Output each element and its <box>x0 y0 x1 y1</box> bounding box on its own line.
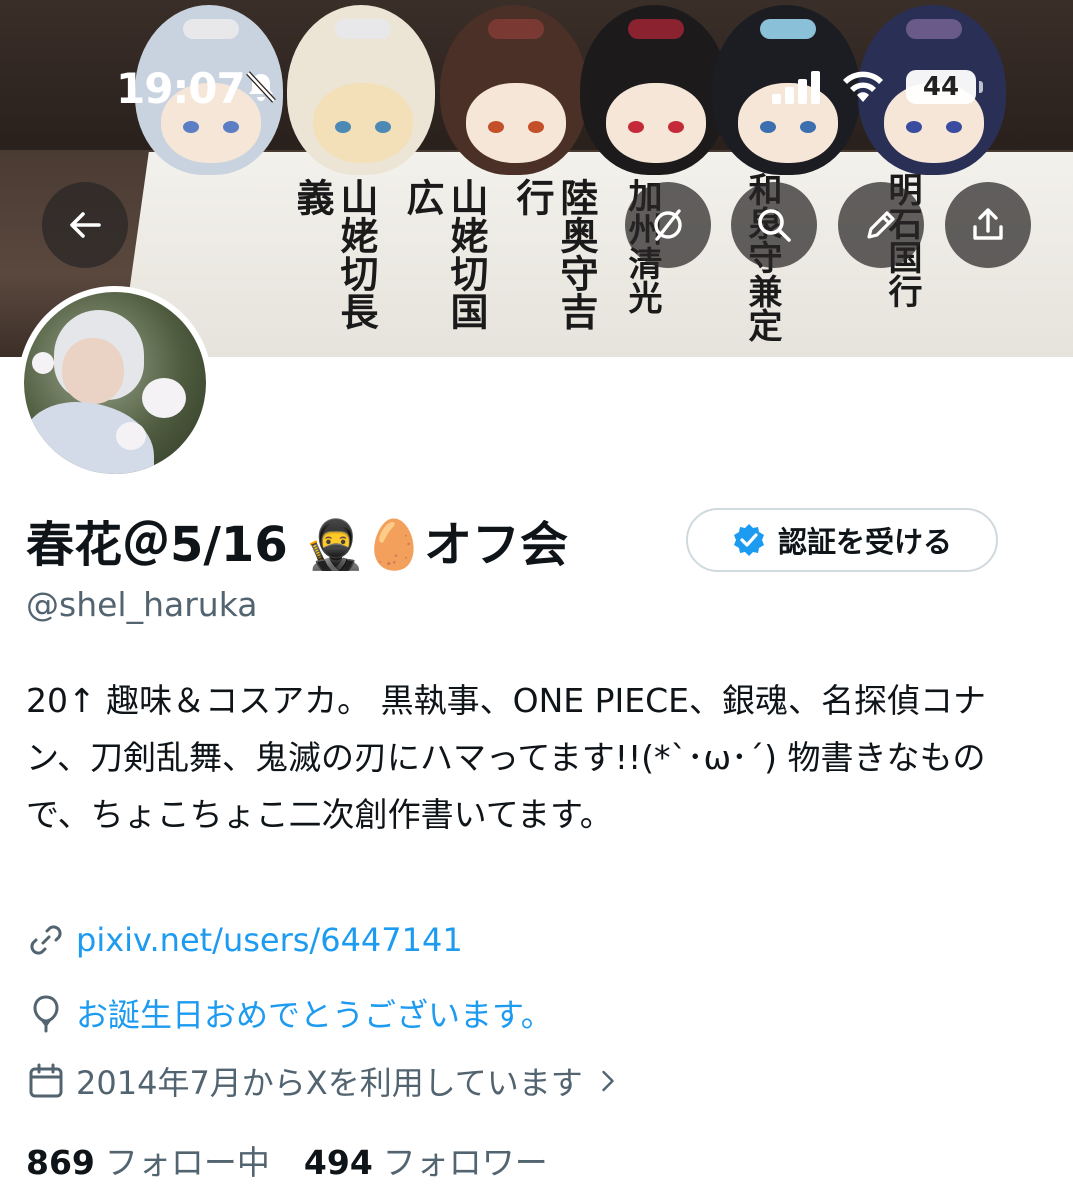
banner-calligraphy-text: 陸奥守吉行 <box>510 178 599 330</box>
profile-joined-date[interactable]: 2014年7月からXを利用しています <box>26 1058 623 1104</box>
display-name: 春花＠5/16 🥷🥚オフ会 <box>26 517 568 573</box>
following-label: フォロー中 <box>104 1143 270 1182</box>
followers-count: 494 <box>303 1143 373 1182</box>
search-button[interactable] <box>731 182 817 268</box>
website-link-text[interactable]: pixiv.net/users/6447141 <box>76 921 463 959</box>
profile-name-row: 春花＠5/16 🥷🥚オフ会 <box>26 505 568 575</box>
calendar-icon <box>29 1063 63 1098</box>
joined-text: 2014年7月からXを利用しています <box>76 1064 583 1102</box>
banner-plush-2 <box>287 5 435 175</box>
status-time: 19:07 <box>116 64 246 113</box>
search-icon <box>758 209 791 242</box>
banner-calligraphy-text: 山姥切国広 <box>400 178 489 330</box>
avatar-image <box>24 292 206 474</box>
get-verified-label: 認証を受ける <box>777 525 952 559</box>
edit-pencil-icon <box>867 211 895 239</box>
following-count: 869 <box>26 1143 95 1182</box>
banner-calligraphy-text: 山姥切長義 <box>290 178 379 330</box>
followers-label: フォロワー <box>382 1143 548 1182</box>
chevron-right-icon <box>602 1070 614 1092</box>
battery-indicator: 44 <box>906 70 983 104</box>
cellular-signal-icon <box>772 71 820 104</box>
grok-icon <box>654 209 682 241</box>
banner-plush-3 <box>440 5 588 175</box>
banner-plush-4 <box>580 5 728 175</box>
balloon-icon <box>33 995 59 1033</box>
share-button[interactable] <box>945 182 1031 268</box>
get-verified-button[interactable]: 認証を受ける <box>686 508 998 572</box>
profile-birthday[interactable]: お誕生日おめでとうございます。 <box>26 990 553 1036</box>
profile-handle: @shel_haruka <box>26 585 258 624</box>
verified-badge-icon <box>733 524 764 556</box>
profile-avatar[interactable] <box>18 286 212 480</box>
profile-website-link[interactable]: pixiv.net/users/6447141 <box>26 920 463 960</box>
edit-button[interactable] <box>838 182 924 268</box>
share-icon <box>973 208 1003 240</box>
bell-off-icon <box>246 71 276 103</box>
following-stat[interactable]: 869 フォロー中 <box>26 1136 270 1184</box>
birthday-text[interactable]: お誕生日おめでとうございます。 <box>76 990 553 1036</box>
back-arrow-icon <box>70 212 101 238</box>
link-icon <box>30 925 62 955</box>
follow-stats: 869 フォロー中 494 フォロワー <box>26 1136 548 1184</box>
profile-bio: 20↑ 趣味＆コスアカ。 黒執事、ONE PIECE、銀魂、名探偵コナン、刀剣乱… <box>26 681 986 834</box>
wifi-icon <box>843 71 883 102</box>
grok-button[interactable] <box>625 182 711 268</box>
followers-stat[interactable]: 494 フォロワー <box>304 1136 548 1184</box>
back-button[interactable] <box>42 182 128 268</box>
